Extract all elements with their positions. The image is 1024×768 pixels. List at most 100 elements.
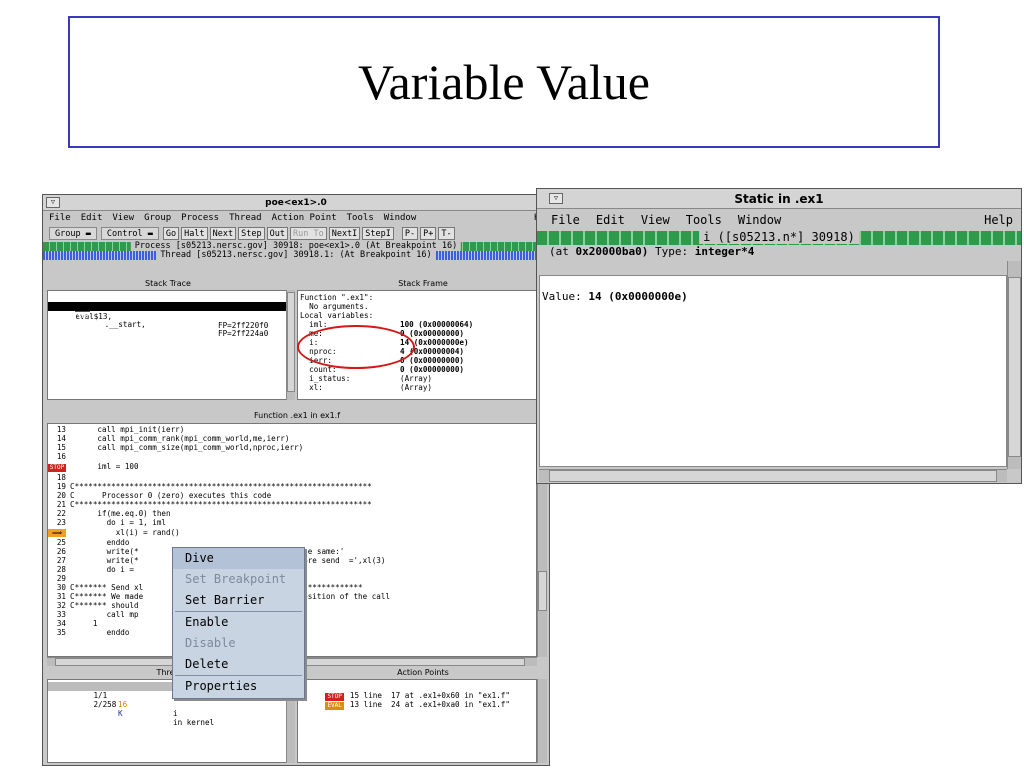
menu-item-set-breakpoint[interactable]: Set Breakpoint xyxy=(173,569,304,590)
window-menu-icon[interactable]: ▽ xyxy=(46,197,60,208)
stop-breakpoint-icon[interactable]: STOP xyxy=(48,464,66,472)
var-name: i_status: xyxy=(300,374,351,383)
var-value: (Array) xyxy=(400,383,433,392)
menu-item-dive[interactable]: Dive xyxy=(173,548,304,569)
source-line-current[interactable]: ⟹ xl(i) = rand() xyxy=(48,527,536,538)
line-text: xl(i) = rand() xyxy=(70,528,180,537)
source-line[interactable]: 15 call mpi_comm_size(mpi_comm_world,npr… xyxy=(48,443,536,452)
line-number[interactable]: 30 xyxy=(48,583,66,592)
menu-group[interactable]: Group xyxy=(144,213,171,223)
nexti-button[interactable]: NextI xyxy=(328,227,361,240)
stack-trace-row[interactable]: f77 eval$13, FP=2ff220f0 xyxy=(48,293,286,330)
source-line[interactable]: 22 if(me.eq.0) then xyxy=(48,509,536,518)
process-window-titlebar[interactable]: ▽ poe<ex1>.0 xyxy=(43,195,549,211)
line-number[interactable]: 27 xyxy=(48,556,66,565)
menu-tools[interactable]: Tools xyxy=(347,213,374,223)
line-number[interactable]: 25 xyxy=(48,538,66,547)
line-number[interactable]: 32 xyxy=(48,601,66,610)
source-line[interactable]: 19 C*************************************… xyxy=(48,482,536,491)
menu-edit[interactable]: Edit xyxy=(596,213,625,227)
source-line[interactable]: 25 enddo xyxy=(48,538,536,547)
line-number[interactable]: 23 xyxy=(48,518,66,527)
source-line[interactable]: 21 C*************************************… xyxy=(48,500,536,509)
thread-location: in kernel xyxy=(173,718,215,727)
menu-tools[interactable]: Tools xyxy=(686,213,722,227)
run-to-button[interactable]: Run To xyxy=(289,227,327,240)
line-number[interactable]: 13 xyxy=(48,425,66,434)
line-number[interactable]: 28 xyxy=(48,565,66,574)
line-number[interactable]: 20 xyxy=(48,491,66,500)
source-line-breakpoint[interactable]: STOP iml = 100 xyxy=(48,461,536,473)
variable-vscrollbar[interactable] xyxy=(1007,261,1021,469)
menu-item-set-barrier[interactable]: Set Barrier xyxy=(173,590,304,611)
line-number[interactable]: 19 xyxy=(48,482,66,491)
thread-status-bar: Thread [s05213.nersc.gov] 30918.1: (At B… xyxy=(43,250,549,260)
line-number[interactable]: 18 xyxy=(48,473,66,482)
stack-trace-row-selected[interactable]: f90 .ex1, FP=2ff223a0 xyxy=(48,302,286,339)
var-row-xl[interactable]: xl: (Array) xyxy=(300,383,546,392)
menu-action-point[interactable]: Action Point xyxy=(272,213,337,223)
menu-item-disable[interactable]: Disable xyxy=(173,633,304,654)
next-process-button[interactable]: P+ xyxy=(420,227,437,240)
line-number[interactable]: 16 xyxy=(48,452,66,461)
frame-name: .__start, xyxy=(95,320,146,329)
line-number[interactable]: 34 xyxy=(48,619,66,628)
menu-item-enable[interactable]: Enable xyxy=(173,612,304,633)
stack-trace-scrollbar[interactable] xyxy=(286,290,295,400)
stack-trace-pane: f77 eval$13, FP=2ff220f0 f90 .ex1, FP=2f… xyxy=(47,290,287,400)
prev-thread-button[interactable]: T- xyxy=(438,227,455,240)
menu-help[interactable]: Help xyxy=(984,213,1013,227)
stack-trace-row[interactable]: .__start, FP=2ff224a0 xyxy=(48,311,286,338)
prev-process-button[interactable]: P- xyxy=(401,227,419,240)
line-number[interactable]: 15 xyxy=(48,443,66,452)
window-menu-icon[interactable]: ▽ xyxy=(549,193,563,204)
menu-file[interactable]: File xyxy=(551,213,580,227)
action-point-row[interactable]: EVAL 13 line 24 at .ex1+0xa0 in "ex1.f" xyxy=(298,691,536,710)
control-dropdown[interactable]: Control ▬ xyxy=(100,227,159,240)
action-point-row[interactable]: STOP 15 line 17 at .ex1+0x60 in "ex1.f" xyxy=(298,682,536,701)
line-number[interactable]: 33 xyxy=(48,610,66,619)
var-value: 0 (0x00000000) xyxy=(400,329,465,338)
menu-file[interactable]: File xyxy=(49,213,71,223)
out-button[interactable]: Out xyxy=(266,227,288,240)
menu-item-delete[interactable]: Delete xyxy=(173,654,304,675)
source-line[interactable]: 16 xyxy=(48,452,536,461)
variable-window-titlebar[interactable]: ▽ Static in .ex1 xyxy=(537,189,1021,209)
source-line[interactable]: 20 C Processor 0 (zero) executes this cod… xyxy=(48,491,536,500)
pane-header-row: Stack Trace Stack Frame xyxy=(43,279,549,289)
line-number[interactable]: 26 xyxy=(48,547,66,556)
process-toolbar: Group ▬ Control ▬ Go Halt Next Step Out … xyxy=(43,225,549,242)
menu-view[interactable]: View xyxy=(112,213,134,223)
line-number[interactable]: 35 xyxy=(48,628,66,637)
halt-button[interactable]: Halt xyxy=(181,227,208,240)
menu-thread[interactable]: Thread xyxy=(229,213,262,223)
line-number[interactable]: 31 xyxy=(48,592,66,601)
menu-process[interactable]: Process xyxy=(181,213,219,223)
menu-window[interactable]: Window xyxy=(738,213,781,227)
line-number[interactable]: 22 xyxy=(48,509,66,518)
menu-item-properties[interactable]: Properties xyxy=(173,676,304,697)
line-number[interactable]: 29 xyxy=(48,574,66,583)
step-button[interactable]: Step xyxy=(238,227,265,240)
source-line[interactable]: 14 call mpi_comm_rank(mpi_comm_world,me,… xyxy=(48,434,536,443)
menu-window[interactable]: Window xyxy=(384,213,417,223)
variable-hscrollbar[interactable] xyxy=(539,469,1007,482)
thread-state: 16 xyxy=(118,700,128,709)
variable-value[interactable]: 14 (0x0000000e) xyxy=(588,290,687,303)
action-points-scrollbar[interactable] xyxy=(537,679,547,763)
menu-view[interactable]: View xyxy=(641,213,670,227)
go-button[interactable]: Go xyxy=(162,227,180,240)
line-number[interactable]: 21 xyxy=(48,500,66,509)
next-button[interactable]: Next xyxy=(209,227,237,240)
menu-edit[interactable]: Edit xyxy=(81,213,103,223)
group-dropdown-label: Group xyxy=(55,229,81,239)
line-number[interactable]: 14 xyxy=(48,434,66,443)
source-line[interactable]: 18 xyxy=(48,473,536,482)
process-window-title: poe<ex1>.0 xyxy=(265,197,327,208)
group-dropdown[interactable]: Group ▬ xyxy=(49,227,97,240)
stepi-button[interactable]: StepI xyxy=(362,227,394,240)
type-label: Type: xyxy=(648,245,695,258)
var-row-i-status[interactable]: i_status: (Array) xyxy=(300,374,546,383)
source-line[interactable]: 13 call mpi_init(ierr) xyxy=(48,425,536,434)
source-line[interactable]: 23 do i = 1, iml xyxy=(48,518,536,527)
